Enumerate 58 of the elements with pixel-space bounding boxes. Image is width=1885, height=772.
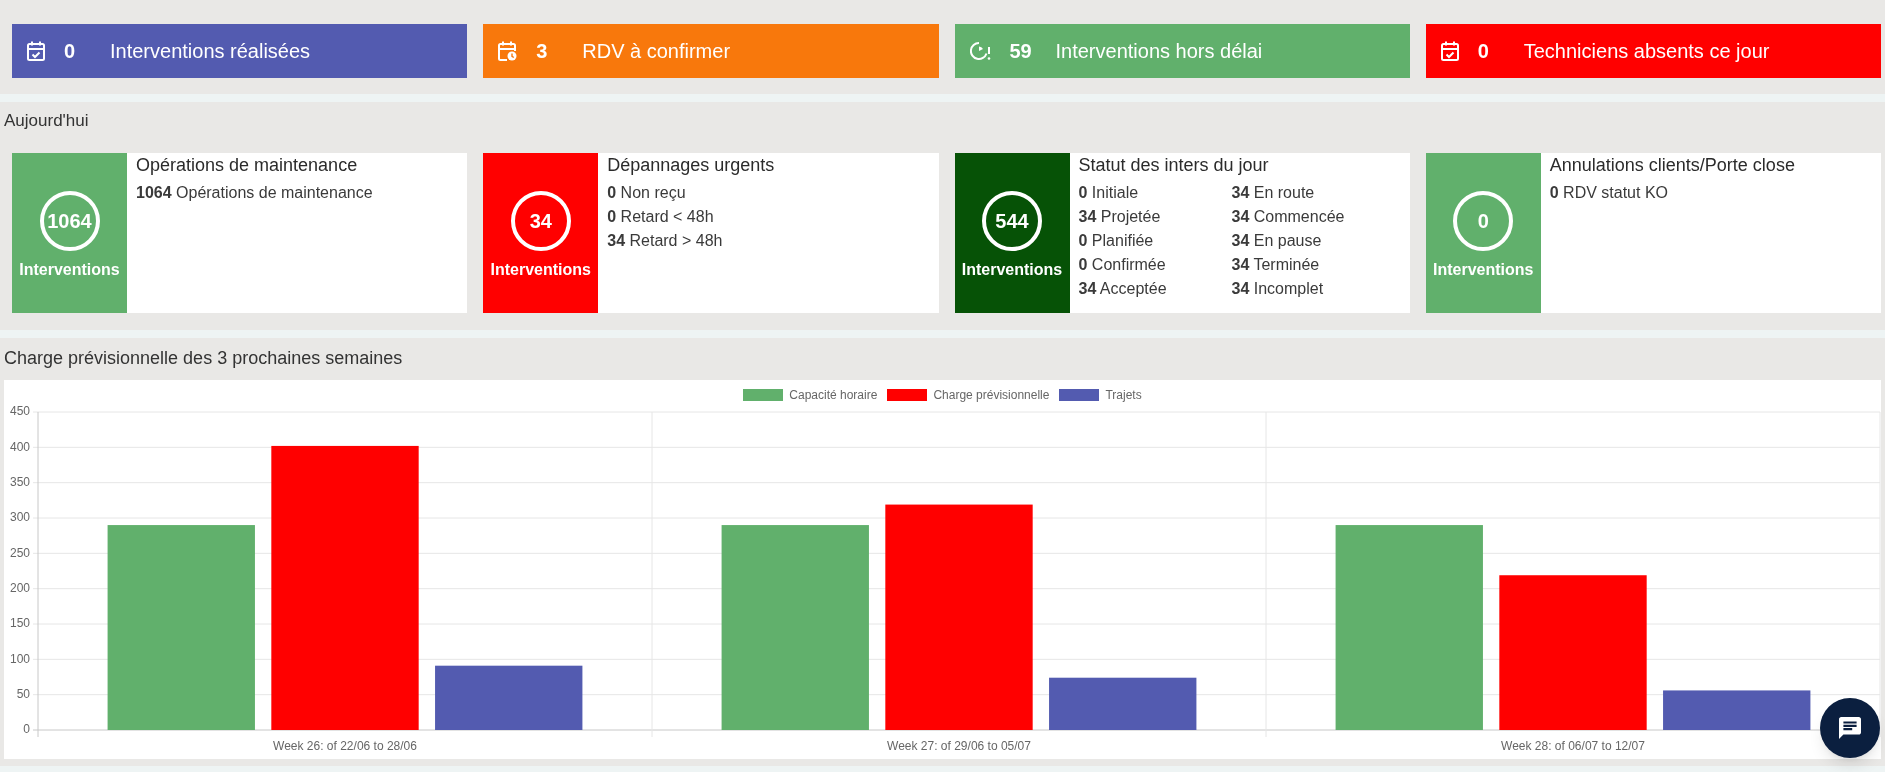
card-title: Annulations clients/Porte close	[1549, 154, 1795, 177]
axis-tick-label: 200	[9, 580, 30, 595]
tile-count: 59	[1009, 39, 1033, 63]
legend-label[interactable]: Capacité horaire	[789, 388, 878, 402]
section-title: Aujourd'hui	[4, 110, 89, 132]
axis-tick-label: 100	[9, 651, 30, 666]
stat-line: 0 Retard < 48h	[607, 207, 714, 227]
axis-tick-label: 300	[9, 510, 30, 525]
section-title: Charge prévisionnelle des 3 prochaines semaines	[4, 347, 403, 369]
card-title: Dépannages urgents	[607, 154, 775, 177]
stat-line: 0 Confirmée	[1078, 255, 1166, 275]
axis-tick-label: 250	[9, 545, 30, 560]
timer-alert-icon	[969, 41, 991, 61]
total-count: 34	[510, 191, 571, 251]
stat-line: 34 Projetée	[1078, 207, 1161, 227]
calendar-check-icon	[27, 41, 45, 61]
tile-count: 0	[64, 39, 77, 63]
legend-label[interactable]: Trajets	[1105, 388, 1142, 402]
axis-tick-label: 400	[9, 439, 30, 454]
card-title: Opérations de maintenance	[136, 154, 358, 177]
tile-label: Techniciens absents ce jour	[1523, 39, 1770, 63]
total-label: Interventions	[490, 261, 591, 279]
tile-label: RDV à confirmer	[582, 39, 731, 63]
legend-label[interactable]: Charge prévisionnelle	[933, 388, 1050, 402]
axis-tick-label: 350	[9, 474, 30, 489]
tile-count: 3	[536, 39, 549, 63]
tile-label: Interventions réalisées	[110, 39, 311, 63]
calendar-check-icon	[1440, 41, 1459, 61]
axis-tick-label: 150	[9, 616, 30, 631]
calendar-clock-icon	[498, 41, 518, 61]
stat-line: 34 En route	[1231, 183, 1315, 203]
category-label: Week 26: of 22/06 to 28/06	[273, 739, 417, 754]
axis-tick-label: 50	[16, 686, 30, 701]
category-label: Week 27: of 29/06 to 05/07	[887, 739, 1031, 754]
stat-line: 1064 Opérations de maintenance	[136, 183, 373, 203]
stat-line: 0 Initiale	[1078, 183, 1139, 203]
total-label: Interventions	[1433, 261, 1534, 279]
stat-line: 34 Incomplet	[1231, 279, 1324, 299]
total-label: Interventions	[961, 261, 1063, 279]
total-count: 0	[1453, 191, 1514, 251]
stat-line: 34 Terminée	[1231, 255, 1320, 275]
category-label: Week 28: of 06/07 to 12/07	[1501, 739, 1645, 754]
stat-line: 0 Non reçu	[607, 183, 686, 203]
tile-label: Interventions hors délai	[1055, 39, 1263, 63]
total-label: Interventions	[19, 261, 120, 279]
stat-line: 34 Retard > 48h	[607, 231, 723, 251]
stat-line: 34 Commencée	[1231, 207, 1345, 227]
card-title: Statut des inters du jour	[1078, 154, 1269, 177]
stat-line: 0 Planifiée	[1078, 231, 1154, 251]
total-count: 1064	[39, 191, 100, 251]
total-count: 544	[982, 191, 1042, 251]
stat-line: 0 RDV statut KO	[1549, 183, 1669, 203]
axis-tick-label: 0	[23, 722, 30, 737]
stat-line: 34 Acceptée	[1078, 279, 1167, 299]
chat-icon	[1838, 717, 1862, 739]
axis-tick-label: 450	[9, 404, 30, 419]
tile-count: 0	[1477, 39, 1490, 63]
stat-line: 34 En pause	[1231, 231, 1322, 251]
